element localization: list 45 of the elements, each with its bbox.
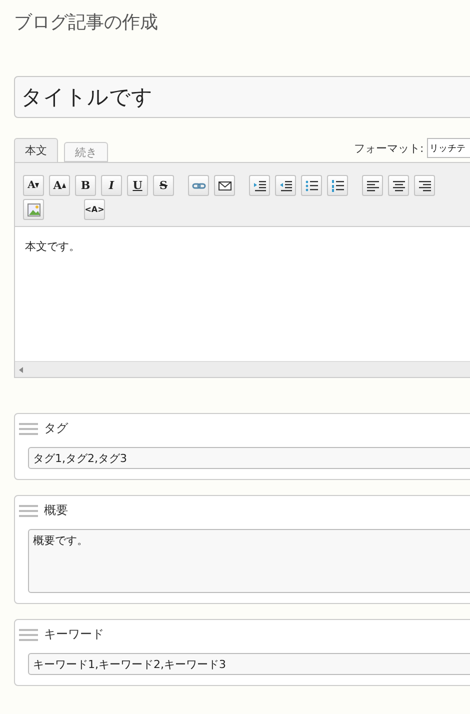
field-label: キーワード xyxy=(44,626,104,643)
bullet-list-icon xyxy=(304,178,318,192)
indent-icon xyxy=(252,178,266,192)
underline-button[interactable]: U xyxy=(127,175,148,196)
bold-button[interactable]: B xyxy=(75,175,96,196)
image-button[interactable] xyxy=(23,199,44,220)
html-source-button[interactable]: <A> xyxy=(84,199,105,220)
align-center-button[interactable] xyxy=(388,175,409,196)
align-right-icon xyxy=(418,178,432,192)
outdent-icon xyxy=(278,178,292,192)
horizontal-scrollbar[interactable] xyxy=(15,361,470,377)
strikethrough-button[interactable]: S xyxy=(153,175,174,196)
page-title: ブログ記事の作成 xyxy=(14,11,159,34)
text-area[interactable]: 概要です。 xyxy=(28,529,470,593)
down-arrow-icon xyxy=(35,183,40,188)
drag-handle-icon xyxy=(19,628,38,640)
input-field[interactable]: タグ1,タグ2,タグ3 xyxy=(28,447,470,469)
mail-button[interactable] xyxy=(214,175,235,196)
drag-handle-icon xyxy=(19,504,38,516)
link-button[interactable] xyxy=(188,175,209,196)
outdent-button[interactable] xyxy=(275,175,296,196)
title-field[interactable]: タイトルです xyxy=(14,76,470,118)
field-label: 概要 xyxy=(44,502,68,519)
image-icon xyxy=(26,202,40,216)
editor-tab[interactable]: 本文 xyxy=(14,138,58,162)
bullets-button[interactable] xyxy=(301,175,322,196)
numbered-list-icon xyxy=(330,178,344,192)
align-center-icon xyxy=(392,178,406,192)
italic-button[interactable]: I xyxy=(101,175,122,196)
field-label: タグ xyxy=(44,420,68,437)
align-left-icon xyxy=(366,178,380,192)
envelope-icon xyxy=(218,178,232,192)
font-smaller-button[interactable]: A xyxy=(23,175,44,196)
font-larger-button[interactable]: A xyxy=(49,175,70,196)
format-dropdown[interactable]: リッチテ xyxy=(426,138,470,158)
up-arrow-icon xyxy=(62,183,66,188)
editor-body[interactable]: 本文です。 xyxy=(15,227,470,361)
indent-button[interactable] xyxy=(249,175,270,196)
format-label: フォーマット: xyxy=(354,140,424,156)
scroll-left-icon[interactable] xyxy=(19,366,23,372)
numbers-button[interactable] xyxy=(327,175,348,196)
input-field[interactable]: キーワード1,キーワード2,キーワード3 xyxy=(28,653,470,675)
drag-handle-icon xyxy=(19,422,38,434)
align-right-button[interactable] xyxy=(414,175,435,196)
align-left-button[interactable] xyxy=(362,175,383,196)
